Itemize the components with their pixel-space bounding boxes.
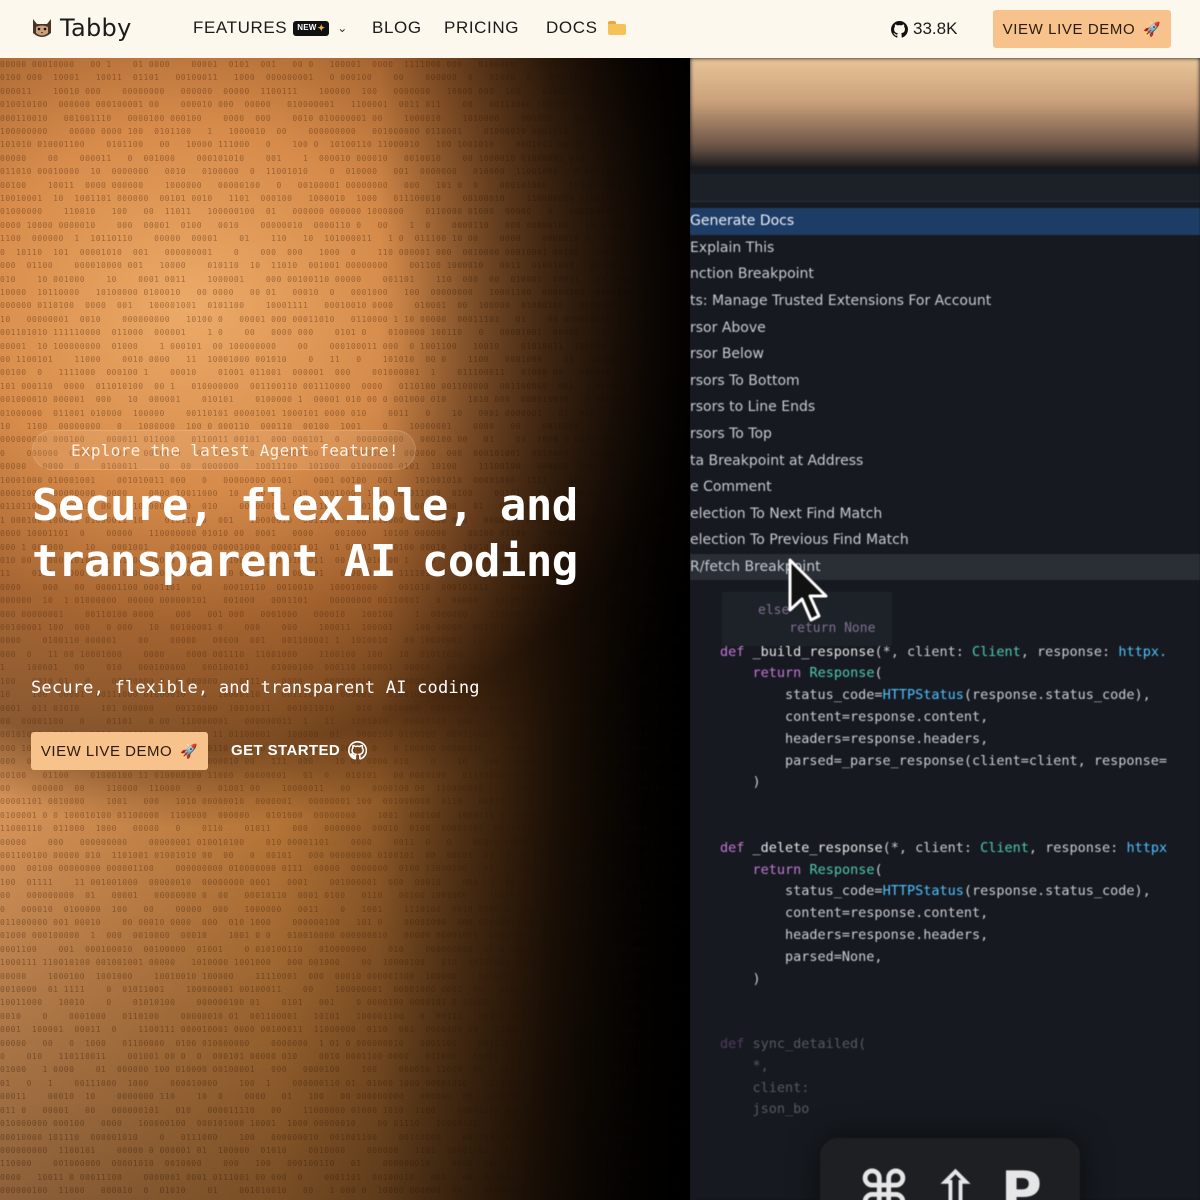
command-palette-list: Generate Docs Explain This nction Breakp… [690, 208, 1200, 581]
hero-section: 00000 00010000 00 1 01 0000 00001 0101 0… [0, 58, 690, 1200]
agent-feature-pill[interactable]: Explore the latest Agent feature! [32, 430, 416, 470]
command-item: Generate Docs [690, 208, 1200, 235]
nav-docs[interactable]: DOCS [546, 18, 626, 38]
code-block: def _build_response(*, client: Client, r… [720, 643, 1168, 1118]
github-icon [891, 20, 908, 38]
agent-feature-pill-text: Explore the latest Agent feature! [71, 440, 399, 460]
command-item: R/fetch Breakpoint [690, 553, 1200, 581]
code-editor-mock: Generate Docs Explain This nction Breakp… [690, 168, 1200, 1200]
command-item: rsor Below [690, 346, 764, 363]
command-item: nction Breakpoint [690, 266, 814, 283]
mouse-pointer-icon [788, 558, 828, 622]
hero-view-live-demo-button[interactable]: VIEW LIVE DEMO 🚀 [31, 732, 208, 770]
sparkle-icon: ✦ [317, 22, 326, 33]
hero-content: Explore the latest Agent feature! Secure… [0, 58, 690, 1200]
command-item: Explain This [690, 239, 775, 256]
command-item: ta Breakpoint at Address [690, 452, 864, 469]
command-item: election To Next Find Match [690, 505, 883, 522]
github-stars-link[interactable]: 33.8K [891, 19, 957, 39]
command-item: ts: Manage Trusted Extensions For Accoun… [690, 293, 992, 310]
command-palette-input [690, 174, 1200, 202]
chevron-down-icon: ⌄ [337, 21, 348, 35]
nav-features[interactable]: FEATURES NEW ✦ ⌄ [193, 18, 348, 38]
preview-blurred-background [690, 58, 1200, 168]
hero-headline: Secure, flexible, and transparent AI cod… [32, 480, 578, 587]
nav-pricing[interactable]: PRICING [444, 18, 519, 38]
rocket-icon: 🚀 [1143, 20, 1162, 37]
command-item: rsors to Line Ends [690, 399, 816, 416]
tabby-cat-icon [33, 19, 51, 37]
nav-demo-label: VIEW LIVE DEMO [1002, 20, 1136, 38]
hero-subheadline: Secure, flexible, and transparent AI cod… [31, 678, 480, 698]
nav-features-label: FEATURES [193, 18, 288, 37]
p-key: P [1000, 1160, 1042, 1200]
editor-preview: Generate Docs Explain This nction Breakp… [690, 58, 1200, 1200]
nav-view-live-demo-button[interactable]: VIEW LIVE DEMO 🚀 [993, 10, 1171, 48]
nav-blog[interactable]: BLOG [372, 18, 422, 38]
command-key-icon: ⌘ [858, 1160, 910, 1200]
get-started-label: GET STARTED [231, 742, 341, 759]
github-icon [348, 741, 368, 760]
command-item: rsors To Top [690, 426, 772, 443]
github-stars-count: 33.8K [913, 19, 958, 38]
command-item: rsors To Bottom [690, 372, 800, 389]
nav-pricing-label: PRICING [444, 18, 520, 37]
get-started-button[interactable]: GET STARTED [231, 741, 368, 760]
brand-name: Tabby [60, 14, 132, 42]
folder-icon [607, 21, 626, 35]
brand-logo[interactable]: Tabby [30, 14, 132, 42]
new-badge: NEW ✦ [293, 20, 330, 36]
top-nav: Tabby FEATURES NEW ✦ ⌄ BLOG PRICING DOCS … [0, 0, 1200, 58]
nav-blog-label: BLOG [372, 18, 422, 37]
command-item: election To Previous Find Match [690, 532, 909, 549]
command-item: rsor Above [690, 319, 766, 336]
nav-docs-label: DOCS [546, 18, 598, 37]
rocket-icon: 🚀 [180, 742, 199, 759]
hero-demo-label: VIEW LIVE DEMO [40, 742, 173, 760]
shift-key-icon: ⇧ [931, 1160, 979, 1200]
command-item: e Comment [690, 479, 772, 496]
keyboard-shortcut-overlay: ⌘ ⇧ P [820, 1138, 1080, 1200]
